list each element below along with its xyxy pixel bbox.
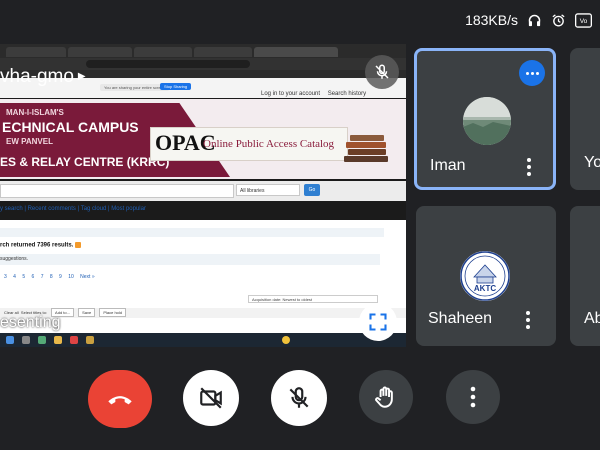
next-page-link[interactable]: Next » [80, 274, 94, 280]
participant-name: Ab [584, 310, 600, 327]
page-link[interactable]: 9 [59, 274, 62, 280]
folder-icon[interactable] [54, 336, 62, 344]
sort-select[interactable]: Acquisition date: Newest to oldest [248, 295, 378, 303]
browser-tab-active[interactable] [254, 47, 338, 57]
more-vert-icon[interactable] [527, 155, 533, 179]
opac-subtitle: Online Public Access Catalog [203, 138, 335, 150]
fullscreen-button[interactable] [359, 303, 397, 341]
presenter-label[interactable]: vha-gmo ▶ [0, 66, 86, 88]
share-notice: You are sharing your entire screen [100, 84, 169, 91]
books-icon [344, 131, 392, 162]
banner-line-4: ES & RELAY CENTRE (KRRC) [0, 155, 170, 169]
library-banner: MAN-I-ISLAM'S ECHNICAL CAMPUS EW PANVEL … [0, 99, 406, 179]
page-link[interactable]: 3 [4, 274, 7, 280]
catalog-search-input[interactable] [0, 184, 234, 198]
more-vert-icon[interactable] [526, 308, 532, 332]
search-row: All libraries Go [0, 181, 406, 201]
volte-icon: Vo [575, 12, 592, 28]
hand-icon [375, 386, 393, 408]
account-links: Log in to your account Search history [261, 91, 372, 97]
browser-tab-bar [0, 44, 406, 58]
call-controls [0, 370, 600, 430]
browser-tab[interactable] [134, 47, 192, 57]
more-vert-icon [470, 386, 476, 408]
browser-tab[interactable] [6, 47, 66, 57]
browser-tab[interactable] [68, 47, 132, 57]
url-field[interactable] [86, 60, 250, 68]
participant-tile-yo[interactable]: Yo [570, 48, 600, 190]
presenter-mic-off-icon [365, 55, 399, 89]
page-link[interactable]: 5 [22, 274, 25, 280]
participant-name: Shaheen [428, 310, 493, 327]
svg-text:Vo: Vo [580, 18, 588, 25]
camera-off-icon [200, 387, 222, 409]
app-icon[interactable] [38, 336, 46, 344]
headphones-icon [527, 13, 542, 28]
app-icon[interactable] [86, 336, 94, 344]
catalog-nav-links[interactable]: y search | Recent comments | Tag cloud |… [0, 206, 406, 218]
page-link[interactable]: 4 [13, 274, 16, 280]
svg-text:AKTC: AKTC [474, 284, 496, 293]
raise-hand-button[interactable] [359, 370, 413, 424]
hang-up-icon [108, 396, 132, 405]
go-button[interactable]: Go [304, 184, 320, 196]
alarm-icon [551, 13, 566, 28]
participant-tile-iman[interactable]: Iman [414, 48, 556, 190]
windows-taskbar [0, 333, 406, 347]
opac-logo: OPAC Online Public Access Catalog [150, 127, 348, 161]
browser-tab[interactable] [194, 47, 252, 57]
status-icons: 183KB/s Vo [465, 12, 592, 28]
participant-name: Yo [584, 154, 600, 171]
banner-line-3: EW PANVEL [6, 137, 53, 146]
status-bar: 183KB/s Vo [0, 0, 600, 42]
mic-off-icon [289, 387, 309, 408]
place-hold-button[interactable]: Place hold [99, 308, 127, 317]
start-icon[interactable] [6, 336, 14, 344]
speaking-indicator-icon [519, 60, 545, 86]
rss-icon[interactable] [75, 242, 82, 248]
page-link[interactable]: 7 [41, 274, 44, 280]
pagination: 3 4 5 6 7 8 9 10 Next » [4, 274, 100, 280]
chevron-right-icon: ▶ [77, 71, 86, 83]
page-link[interactable]: 8 [50, 274, 53, 280]
banner-line-1: MAN-I-ISLAM'S [6, 108, 64, 117]
banner-line-2: ECHNICAL CAMPUS [2, 119, 139, 135]
end-call-button[interactable] [88, 370, 152, 428]
avatar: AKTC [460, 251, 510, 301]
query-bar [0, 228, 384, 237]
page-link[interactable]: 6 [32, 274, 35, 280]
page-link[interactable]: 10 [68, 274, 74, 280]
stop-sharing-button[interactable]: Stop Sharing [160, 83, 192, 90]
camera-toggle-button[interactable] [183, 370, 239, 426]
more-options-button[interactable] [446, 370, 500, 424]
chrome-icon[interactable] [70, 336, 78, 344]
weather-icon [282, 336, 290, 344]
presenting-label: esenting [0, 314, 61, 331]
results-text: rch returned 7396 results. [0, 242, 74, 249]
participant-tile-shaheen[interactable]: AKTC Shaheen [416, 206, 556, 346]
fullscreen-icon [369, 313, 387, 331]
results-count: rch returned 7396 results. [0, 242, 82, 249]
search-icon[interactable] [22, 336, 30, 344]
suggestions-row: suggestions. [0, 254, 380, 265]
participant-name: Iman [430, 157, 466, 174]
presenter-name-text: vha-gmo [0, 66, 74, 87]
network-speed: 183KB/s [465, 12, 518, 28]
search-history-link[interactable]: Search history [328, 91, 366, 97]
shared-screen[interactable]: You are sharing your entire screen Stop … [0, 44, 406, 347]
save-button[interactable]: Save [78, 308, 96, 317]
library-select[interactable]: All libraries [236, 184, 300, 196]
mic-toggle-button[interactable] [271, 370, 327, 426]
avatar [463, 97, 511, 145]
participant-tile-ab[interactable]: Ab [570, 206, 600, 346]
login-link[interactable]: Log in to your account [261, 91, 320, 97]
